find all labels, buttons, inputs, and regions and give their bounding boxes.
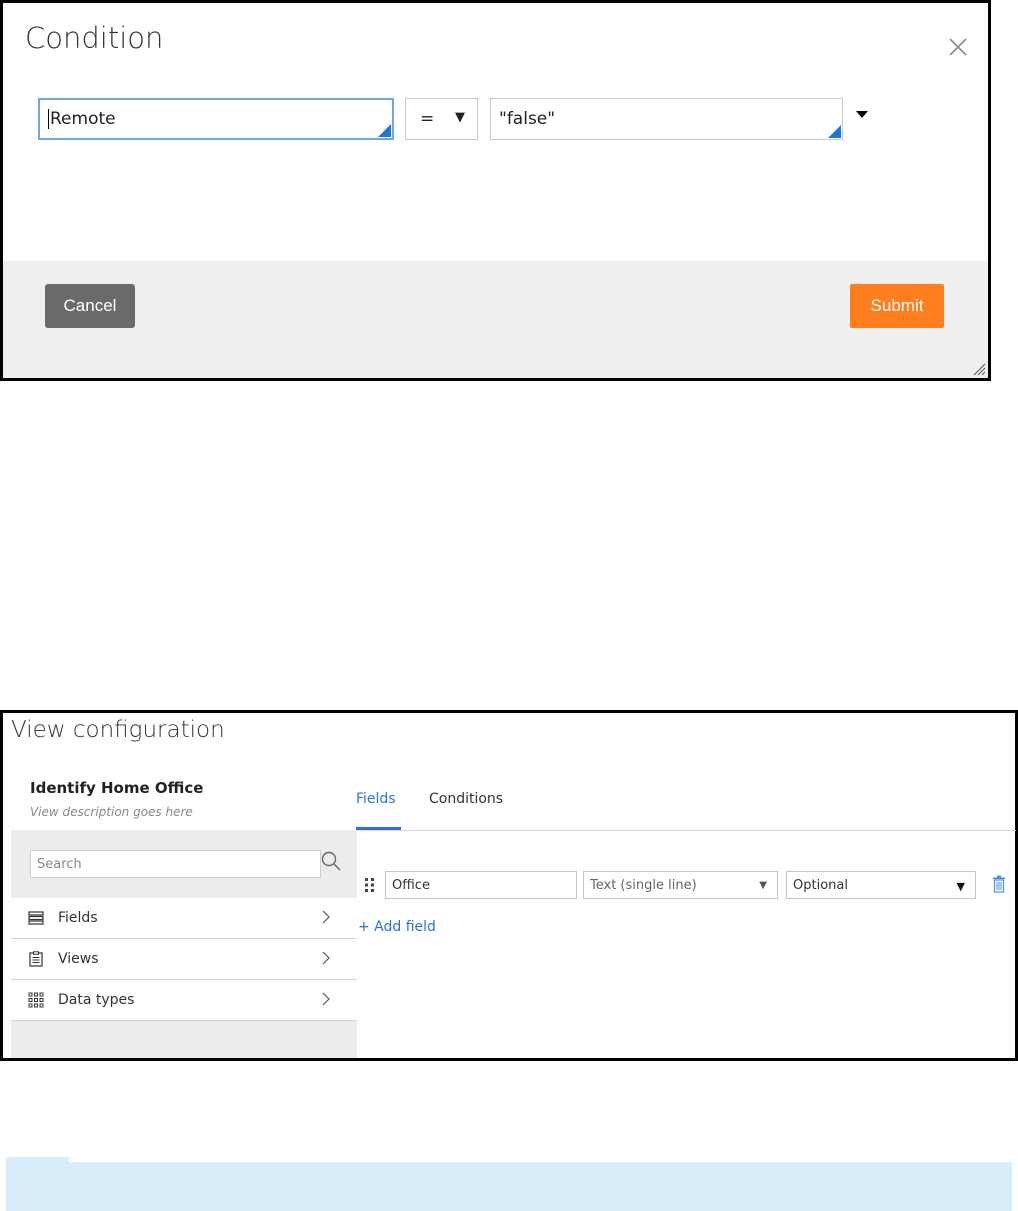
resize-grip-icon[interactable] — [972, 362, 986, 376]
sidebar-list: Fields Views Data types — [11, 898, 357, 1021]
tab-fields[interactable]: Fields — [356, 791, 396, 807]
chevron-right-icon — [322, 910, 330, 924]
trash-icon[interactable] — [992, 875, 1006, 893]
panel-title: View configuration — [11, 717, 225, 743]
sidebar-item-label: Data types — [58, 992, 135, 1008]
search-icon[interactable] — [319, 849, 343, 873]
left-operand-input[interactable]: Remote — [38, 98, 394, 140]
search-input[interactable]: Search — [30, 850, 321, 878]
field-name-value: Office — [392, 877, 430, 893]
right-operand-value: "false" — [499, 109, 556, 129]
close-icon[interactable] — [943, 32, 973, 62]
dropdown-arrow-icon: ▼ — [455, 110, 465, 125]
left-operand-value: Remote — [50, 109, 116, 129]
view-configuration-panel: View configuration Identify Home Office … — [0, 710, 1018, 1061]
sidebar-item-data-types[interactable]: Data types — [11, 980, 357, 1021]
view-description: View description goes here — [30, 805, 193, 819]
fields-icon — [28, 911, 44, 925]
chevron-right-icon — [322, 951, 330, 965]
autocomplete-corner-icon — [378, 124, 391, 137]
view-name: Identify Home Office — [30, 779, 204, 797]
modal-footer: Cancel Submit — [3, 261, 988, 378]
autocomplete-corner-icon — [828, 125, 841, 138]
field-requirement-value: Optional — [793, 877, 848, 893]
info-bar — [6, 1162, 1012, 1211]
tabs-divider — [356, 830, 1016, 831]
sidebar-item-fields[interactable]: Fields — [11, 898, 357, 939]
chevron-down-icon[interactable] — [856, 111, 868, 118]
sidebar-item-views[interactable]: Views — [11, 939, 357, 980]
modal-title: Condition — [25, 21, 164, 55]
sidebar-item-label: Views — [58, 951, 99, 967]
search-placeholder: Search — [37, 856, 82, 872]
sidebar: Search Fields Views Data types — [11, 830, 357, 1058]
cancel-button[interactable]: Cancel — [45, 284, 135, 328]
dropdown-arrow-icon: ▼ — [759, 880, 767, 891]
field-type-value: Text (single line) — [590, 877, 697, 893]
field-name-input[interactable]: Office — [385, 871, 595, 899]
operator-select[interactable]: = ▼ — [405, 98, 478, 140]
drag-handle-icon[interactable] — [365, 878, 375, 892]
condition-modal: Condition Remote = ▼ "false" Cancel Subm… — [0, 0, 991, 381]
chevron-right-icon — [322, 992, 330, 1006]
right-operand-input[interactable]: "false" — [490, 98, 843, 140]
dropdown-arrow-icon: ▼ — [956, 880, 965, 893]
submit-button[interactable]: Submit — [850, 284, 944, 328]
operator-value: = — [420, 109, 435, 129]
data-types-icon — [28, 992, 44, 1008]
field-requirement-select[interactable]: Optional ▼ — [786, 871, 976, 899]
sidebar-item-label: Fields — [58, 910, 98, 926]
tab-conditions[interactable]: Conditions — [429, 791, 503, 807]
add-field-link[interactable]: + Add field — [358, 919, 436, 935]
field-type-select[interactable]: Text (single line) ▼ — [583, 871, 778, 899]
views-icon — [29, 951, 43, 967]
text-cursor — [48, 109, 49, 129]
